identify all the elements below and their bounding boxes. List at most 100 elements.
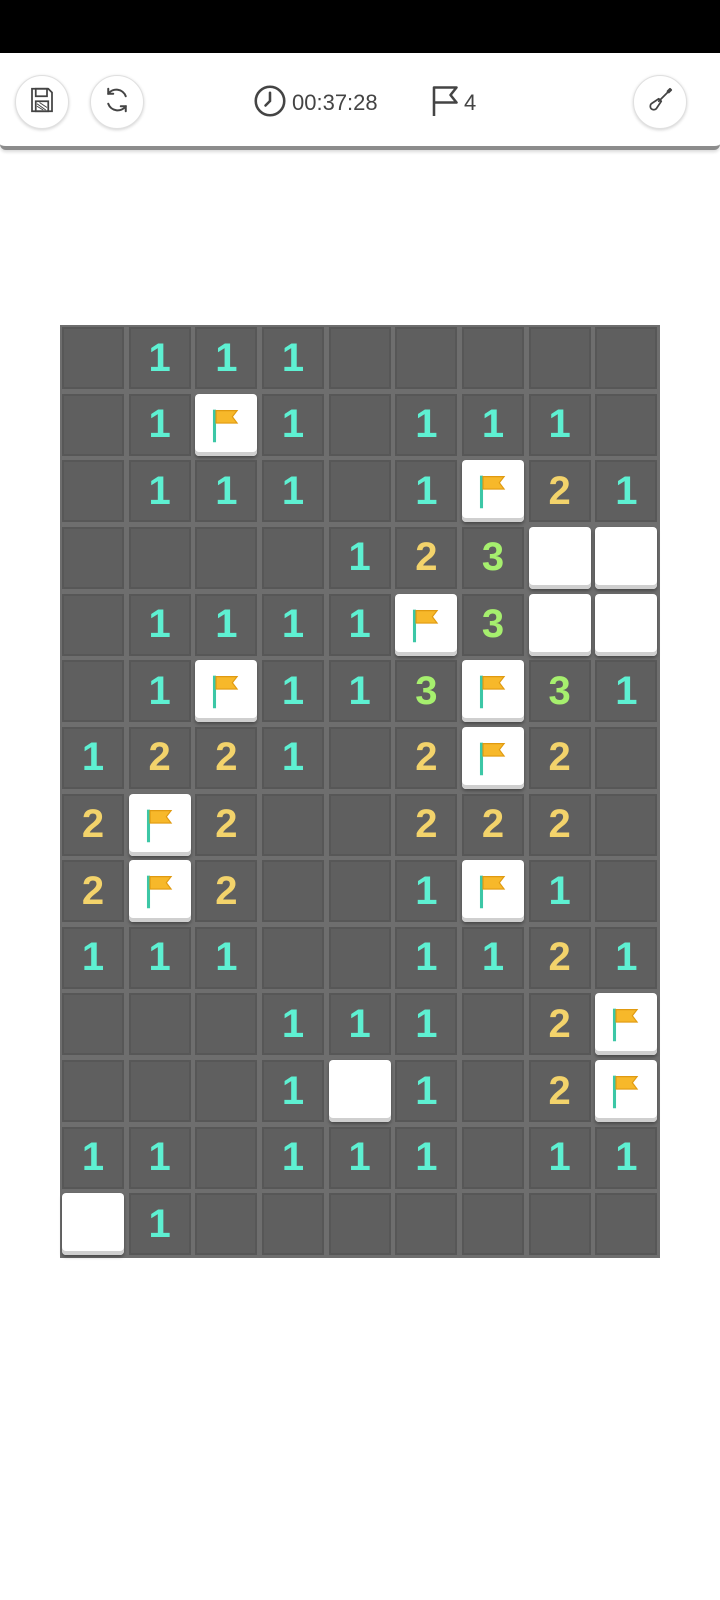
hidden-cell[interactable] [462, 1126, 524, 1189]
hidden-cell[interactable] [595, 327, 658, 389]
hidden-cell[interactable] [595, 860, 658, 923]
number-cell[interactable]: 2 [195, 793, 258, 856]
hidden-cell[interactable] [62, 526, 124, 589]
number-cell[interactable]: 1 [328, 660, 391, 723]
hidden-cell[interactable] [528, 1193, 591, 1256]
save-button[interactable] [15, 75, 69, 129]
open-cell[interactable] [528, 526, 591, 589]
hidden-cell[interactable] [262, 860, 324, 923]
hidden-cell[interactable] [262, 793, 324, 856]
number-cell[interactable]: 2 [528, 460, 591, 523]
flagged-cell[interactable] [595, 1060, 658, 1123]
number-cell[interactable]: 1 [328, 593, 391, 656]
hidden-cell[interactable] [395, 1193, 458, 1256]
open-cell[interactable] [528, 593, 591, 656]
number-cell[interactable]: 1 [262, 393, 324, 456]
hidden-cell[interactable] [328, 393, 391, 456]
hidden-cell[interactable] [328, 327, 391, 389]
hidden-cell[interactable] [328, 726, 391, 789]
number-cell[interactable]: 1 [462, 926, 524, 989]
number-cell[interactable]: 1 [595, 1126, 658, 1189]
number-cell[interactable]: 1 [195, 460, 258, 523]
number-cell[interactable]: 2 [528, 993, 591, 1056]
number-cell[interactable]: 1 [262, 726, 324, 789]
number-cell[interactable]: 1 [128, 1126, 191, 1189]
flagged-cell[interactable] [462, 860, 524, 923]
number-cell[interactable]: 1 [262, 993, 324, 1056]
hidden-cell[interactable] [595, 793, 658, 856]
number-cell[interactable]: 1 [395, 993, 458, 1056]
number-cell[interactable]: 2 [128, 726, 191, 789]
number-cell[interactable]: 1 [262, 327, 324, 389]
number-cell[interactable]: 2 [395, 793, 458, 856]
number-cell[interactable]: 1 [262, 1126, 324, 1189]
hidden-cell[interactable] [195, 1060, 258, 1123]
flagged-cell[interactable] [195, 393, 258, 456]
hidden-cell[interactable] [128, 993, 191, 1056]
hidden-cell[interactable] [62, 1060, 124, 1123]
flagged-cell[interactable] [128, 860, 191, 923]
number-cell[interactable]: 1 [62, 926, 124, 989]
hidden-cell[interactable] [462, 1193, 524, 1256]
number-cell[interactable]: 3 [462, 593, 524, 656]
hidden-cell[interactable] [195, 993, 258, 1056]
number-cell[interactable]: 3 [528, 660, 591, 723]
number-cell[interactable]: 2 [395, 526, 458, 589]
number-cell[interactable]: 1 [395, 926, 458, 989]
open-cell[interactable] [62, 1193, 124, 1256]
number-cell[interactable]: 1 [462, 393, 524, 456]
number-cell[interactable]: 1 [262, 1060, 324, 1123]
restart-button[interactable] [90, 75, 144, 129]
number-cell[interactable]: 2 [528, 1060, 591, 1123]
number-cell[interactable]: 1 [328, 1126, 391, 1189]
number-cell[interactable]: 2 [62, 793, 124, 856]
number-cell[interactable]: 3 [462, 526, 524, 589]
number-cell[interactable]: 3 [395, 660, 458, 723]
number-cell[interactable]: 1 [195, 593, 258, 656]
hidden-cell[interactable] [395, 327, 458, 389]
flagged-cell[interactable] [462, 660, 524, 723]
number-cell[interactable]: 1 [128, 1193, 191, 1256]
open-cell[interactable] [328, 1060, 391, 1123]
number-cell[interactable]: 1 [595, 660, 658, 723]
flagged-cell[interactable] [395, 593, 458, 656]
hidden-cell[interactable] [128, 526, 191, 589]
hidden-cell[interactable] [328, 1193, 391, 1256]
hidden-cell[interactable] [328, 460, 391, 523]
hidden-cell[interactable] [128, 1060, 191, 1123]
number-cell[interactable]: 1 [262, 460, 324, 523]
hidden-cell[interactable] [262, 526, 324, 589]
number-cell[interactable]: 2 [195, 726, 258, 789]
hidden-cell[interactable] [595, 726, 658, 789]
number-cell[interactable]: 2 [528, 793, 591, 856]
hidden-cell[interactable] [462, 1060, 524, 1123]
number-cell[interactable]: 1 [528, 393, 591, 456]
number-cell[interactable]: 1 [128, 660, 191, 723]
flagged-cell[interactable] [462, 460, 524, 523]
number-cell[interactable]: 1 [262, 593, 324, 656]
number-cell[interactable]: 1 [528, 1126, 591, 1189]
hidden-cell[interactable] [62, 660, 124, 723]
number-cell[interactable]: 2 [528, 726, 591, 789]
number-cell[interactable]: 1 [395, 860, 458, 923]
hidden-cell[interactable] [595, 1193, 658, 1256]
hidden-cell[interactable] [328, 860, 391, 923]
hidden-cell[interactable] [262, 1193, 324, 1256]
number-cell[interactable]: 2 [395, 726, 458, 789]
flagged-cell[interactable] [195, 660, 258, 723]
open-cell[interactable] [595, 526, 658, 589]
number-cell[interactable]: 1 [395, 460, 458, 523]
hidden-cell[interactable] [528, 327, 591, 389]
number-cell[interactable]: 1 [395, 1126, 458, 1189]
hidden-cell[interactable] [328, 926, 391, 989]
number-cell[interactable]: 1 [128, 926, 191, 989]
hidden-cell[interactable] [195, 1126, 258, 1189]
number-cell[interactable]: 1 [195, 926, 258, 989]
flagged-cell[interactable] [595, 993, 658, 1056]
hidden-cell[interactable] [62, 393, 124, 456]
open-cell[interactable] [595, 593, 658, 656]
hidden-cell[interactable] [62, 460, 124, 523]
number-cell[interactable]: 1 [262, 660, 324, 723]
hidden-cell[interactable] [328, 793, 391, 856]
number-cell[interactable]: 2 [462, 793, 524, 856]
